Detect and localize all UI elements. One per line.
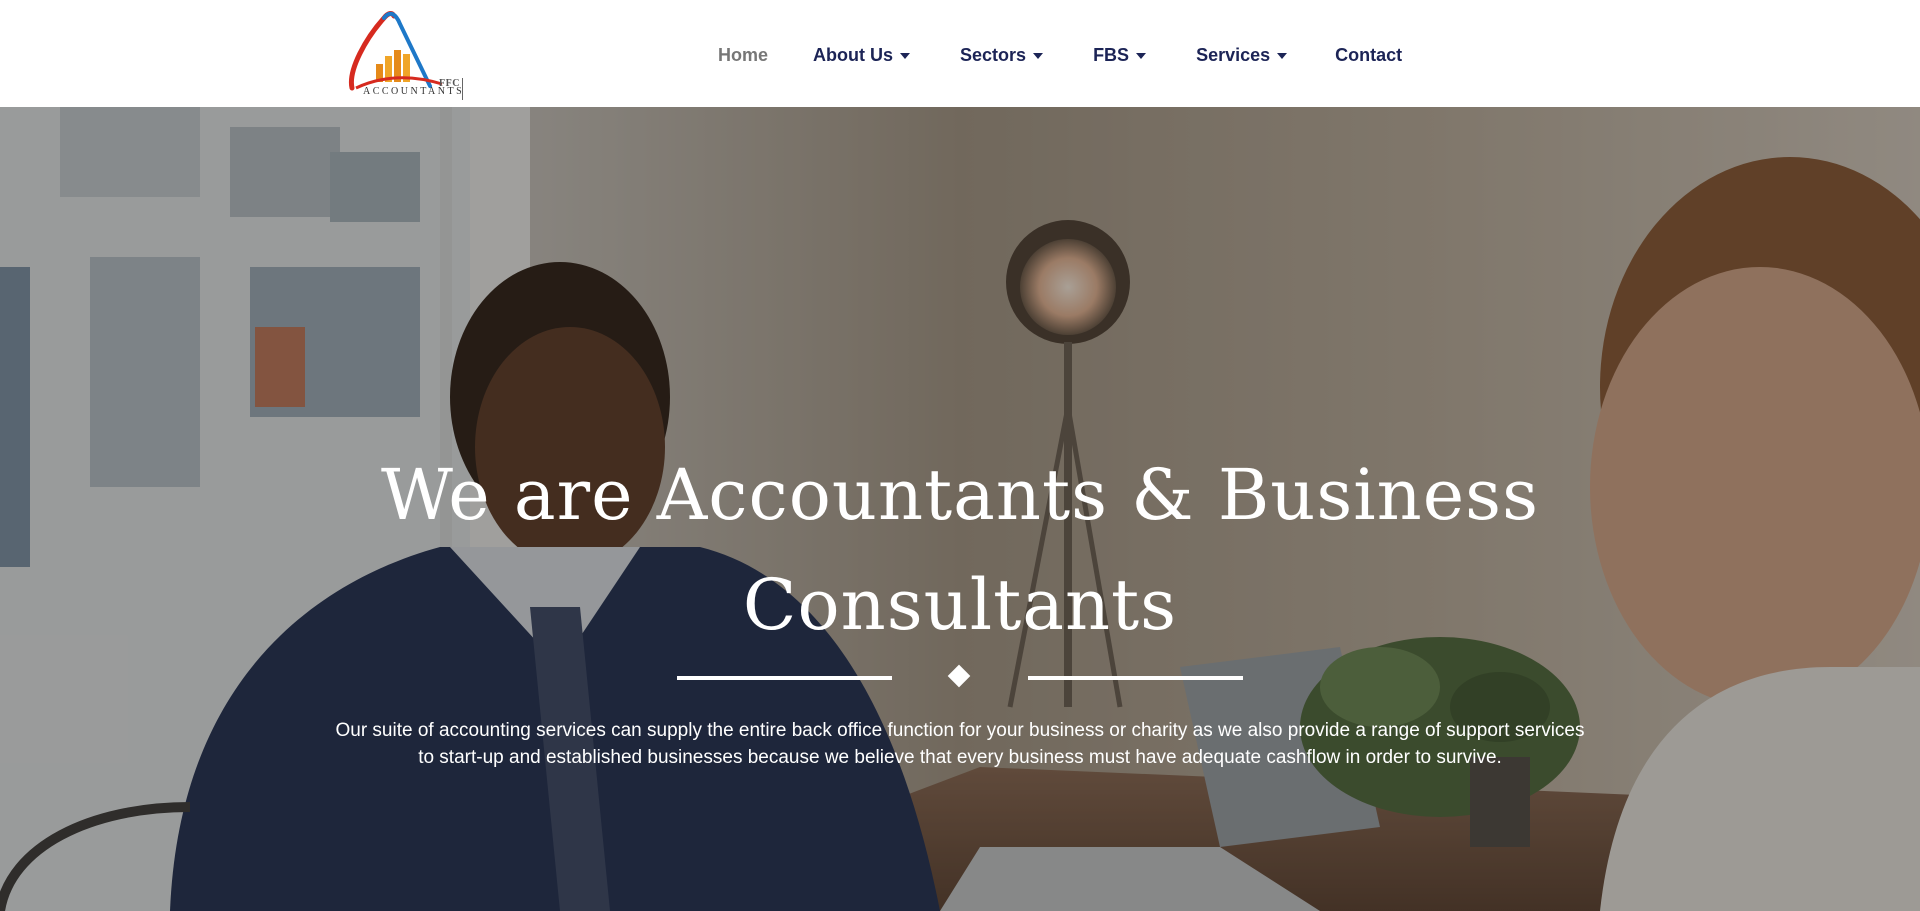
hero-description: Our suite of accounting services can sup… [335,720,1585,768]
logo-accountants-text: ACCOUNTANTS [363,86,465,97]
nav-item-fbs[interactable]: FBS [1093,44,1147,66]
hero-title: We are Accountants & Business Consultant… [360,440,1560,660]
nav-item-label: Home [718,44,769,65]
divider-line-right [1028,676,1243,680]
nav-item-label: Contact [1335,44,1403,65]
hero-title-line-2: Consultants [742,564,1178,646]
nav-item-sectors[interactable]: Sectors [960,44,1044,66]
hero-title-line-1: We are Accountants & Business [380,454,1540,536]
hero-divider [677,664,1243,689]
nav-item-label: FBS [1093,44,1130,65]
divider-line-left [677,676,892,680]
nav-item-home[interactable]: Home [718,45,768,66]
caret-down-icon [900,52,911,59]
caret-down-icon [1277,52,1288,59]
top-navbar: FFC ACCOUNTANTS Home About Us Sectors FB… [0,0,1920,107]
ffc-accountants-logo[interactable]: FFC ACCOUNTANTS [346,8,466,100]
nav-item-label: Sectors [960,44,1027,65]
hero-section: We are Accountants & Business Consultant… [0,107,1920,911]
nav-item-label: About Us [813,44,894,65]
nav-item-about-us[interactable]: About Us [813,44,911,66]
main-navigation: Home About Us Sectors FBS Services Conta… [718,40,1402,70]
logo-divider [462,78,463,100]
nav-item-label: Services [1196,44,1271,65]
diamond-icon [947,664,971,688]
nav-item-services[interactable]: Services [1196,44,1288,66]
caret-down-icon [1136,52,1147,59]
caret-down-icon [1033,52,1044,59]
nav-item-contact[interactable]: Contact [1335,45,1402,66]
